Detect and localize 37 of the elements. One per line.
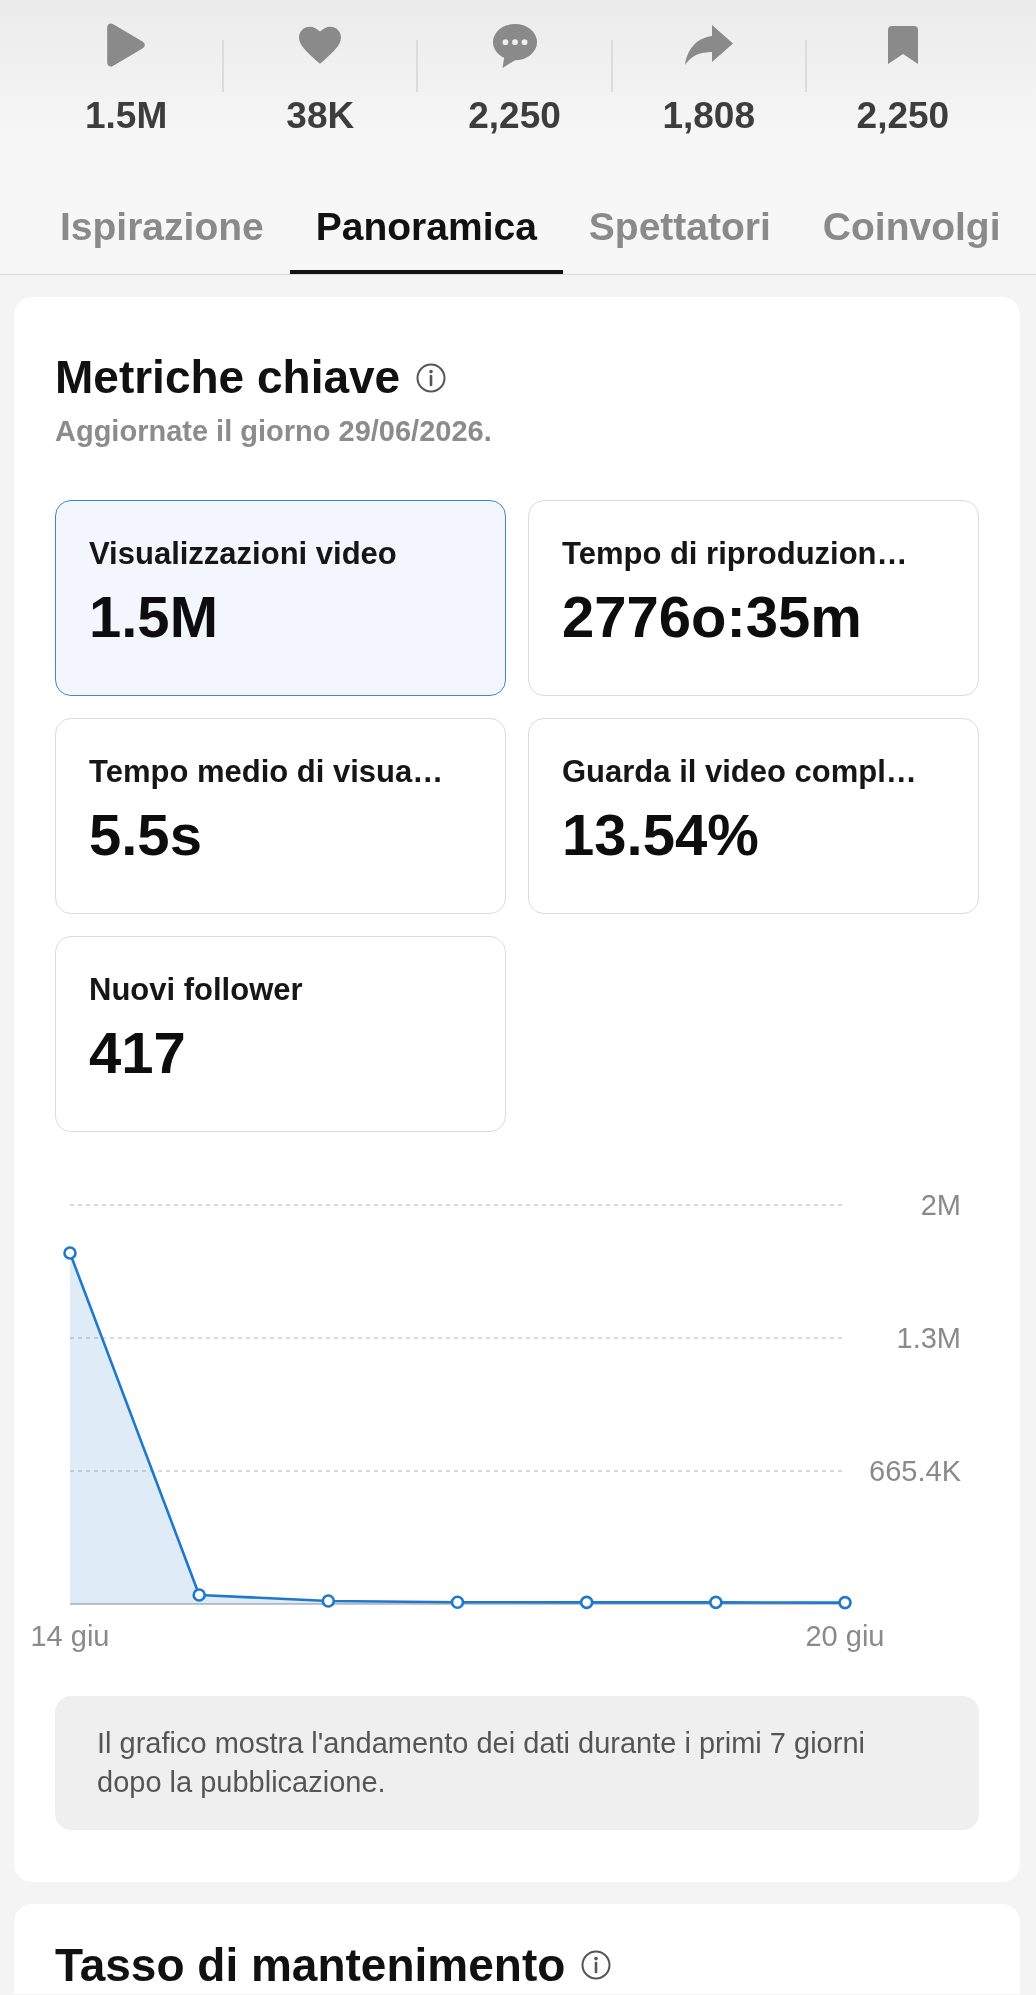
metric-value: 1.5M [89, 585, 219, 649]
info-icon[interactable] [581, 1950, 612, 1980]
metric-value: 2776o:35m [562, 585, 863, 649]
speech-bubble-icon [491, 22, 538, 68]
metric-value: 5.5s [89, 803, 203, 867]
stat-value: 1.5M [84, 94, 168, 137]
play-icon [107, 23, 146, 67]
section-title: Tasso di mantenimento [55, 1940, 566, 1990]
stat-value: 38K [286, 94, 355, 137]
metric-label: Guarda il video compl… [562, 753, 918, 790]
metric-value: 13.54% [562, 803, 760, 867]
metric-label: Nuovi follower [89, 971, 304, 1008]
metric-label: Tempo di riproduzion… [562, 535, 909, 572]
metric-tile[interactable]: Guarda il video compl… 13.54% [528, 718, 979, 914]
chart-note: Il grafico mostra l'andamento dei dati durante i primi 7 giorni dopo la pubblicazione. [55, 1696, 979, 1830]
y-axis-label: 665.4K [869, 1455, 961, 1487]
share-icon [684, 25, 733, 65]
metric-tile[interactable]: Nuovi follower 417 [55, 936, 506, 1132]
x-axis-label: 14 giu [30, 1620, 110, 1652]
x-axis-label: 20 giu [805, 1620, 885, 1652]
metric-label: Tempo medio di visua… [89, 753, 445, 790]
metric-tile[interactable]: Tempo di riproduzion… 2776o:35m [528, 500, 979, 696]
y-axis-label: 2M [920, 1189, 961, 1221]
tab[interactable]: Panoramica [289, 185, 563, 274]
info-icon[interactable] [416, 362, 447, 393]
stat-value: 2,250 [856, 94, 950, 137]
bookmark-icon [887, 26, 918, 64]
y-axis-label: 1.3M [896, 1322, 961, 1354]
stat-value: 2,250 [468, 94, 561, 137]
metric-tile[interactable]: Visualizzazioni video 1.5M [55, 500, 506, 696]
section-title: Metriche chiave [55, 351, 401, 404]
updated-date-text: Aggiornate il giorno 29/06/2026. [55, 414, 493, 449]
heart-icon [299, 26, 342, 64]
metric-label: Visualizzazioni video [89, 535, 398, 572]
metric-tile[interactable]: Tempo medio di visua… 5.5s [55, 718, 506, 914]
stat-value: 1,808 [662, 94, 755, 137]
metric-value: 417 [89, 1021, 187, 1085]
